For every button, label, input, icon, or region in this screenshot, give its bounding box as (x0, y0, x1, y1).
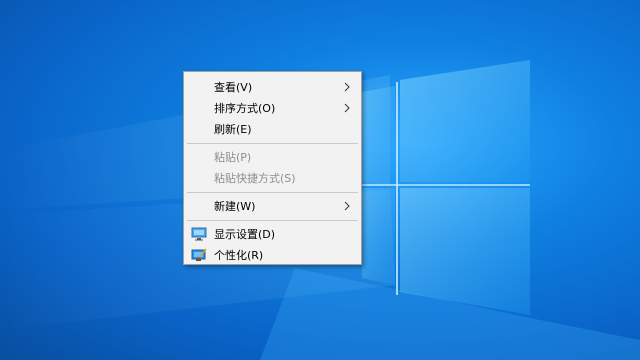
menu-item-new[interactable]: 新建(W) (184, 196, 361, 217)
menu-item-paste-shortcut[interactable]: 粘贴快捷方式(S) (184, 168, 361, 189)
personalize-icon (191, 248, 207, 261)
menu-item-sort-by[interactable]: 排序方式(O) (184, 98, 361, 119)
menu-separator (187, 220, 358, 221)
desktop-context-menu: 查看(V) 排序方式(O) 刷新(E) 粘贴(P) 粘贴快捷方式(S) 新建(W… (183, 71, 362, 265)
menu-item-personalize[interactable]: 个性化(R) (184, 245, 361, 266)
menu-item-view[interactable]: 查看(V) (184, 77, 361, 98)
menu-item-paste-shortcut-label: 粘贴快捷方式(S) (214, 172, 296, 185)
desktop-background[interactable]: 查看(V) 排序方式(O) 刷新(E) 粘贴(P) 粘贴快捷方式(S) 新建(W… (0, 0, 640, 360)
menu-item-paste-label: 粘贴(P) (214, 151, 252, 164)
menu-separator (187, 192, 358, 193)
menu-item-sort-by-label: 排序方式(O) (214, 102, 276, 115)
menu-item-display-settings-label: 显示设置(D) (214, 228, 276, 241)
menu-item-refresh[interactable]: 刷新(E) (184, 119, 361, 140)
menu-separator (187, 143, 358, 144)
chevron-right-icon (344, 201, 350, 211)
menu-item-display-settings[interactable]: 显示设置(D) (184, 224, 361, 245)
menu-item-paste[interactable]: 粘贴(P) (184, 147, 361, 168)
chevron-right-icon (344, 82, 350, 92)
menu-item-personalize-label: 个性化(R) (214, 249, 264, 262)
menu-item-new-label: 新建(W) (214, 200, 256, 213)
display-settings-icon (191, 227, 207, 241)
chevron-right-icon (344, 103, 350, 113)
menu-item-view-label: 查看(V) (214, 81, 253, 94)
menu-item-refresh-label: 刷新(E) (214, 123, 252, 136)
